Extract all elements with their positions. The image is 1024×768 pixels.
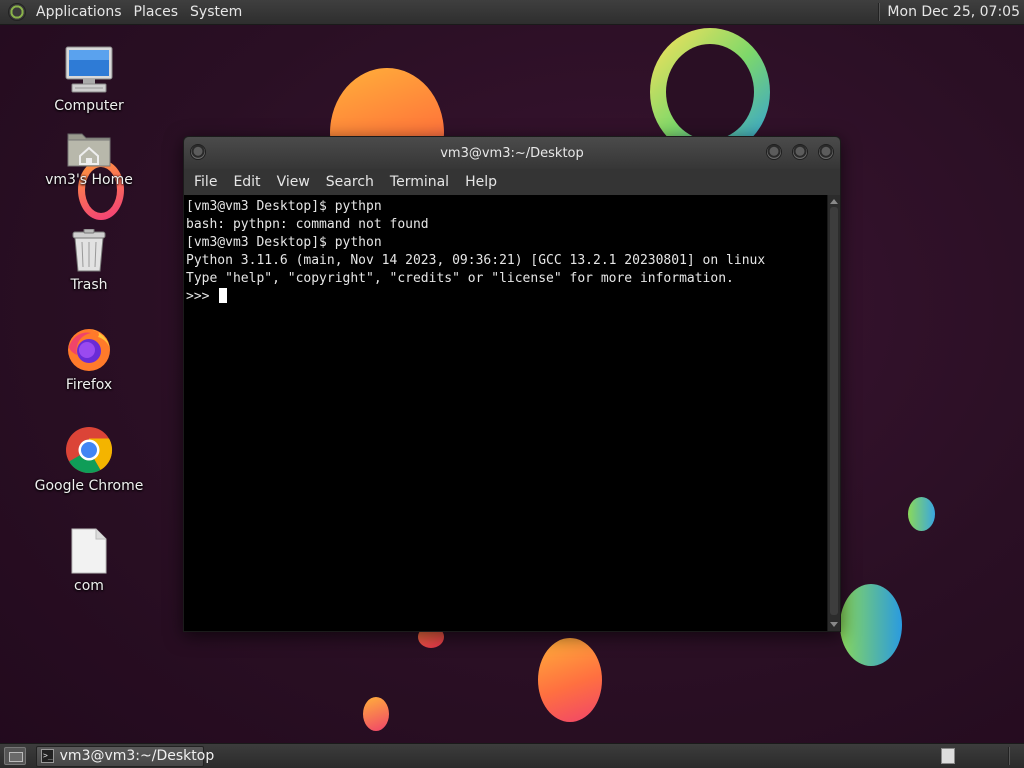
trash-icon: [72, 229, 106, 272]
maximize-icon[interactable]: [792, 144, 808, 160]
panel-handle: [1008, 747, 1010, 765]
chrome-icon: [66, 427, 113, 473]
terminal-icon: >_: [41, 749, 54, 763]
menu-file[interactable]: File: [188, 169, 223, 195]
system-menu[interactable]: System: [184, 0, 248, 24]
top-menu: Applications Places System: [30, 0, 248, 24]
terminal-menubar: File Edit View Search Terminal Help: [184, 169, 840, 195]
desktop-icon-home[interactable]: vm3's Home: [34, 128, 144, 188]
bottom-panel: >_ vm3@vm3:~/Desktop: [0, 743, 1024, 768]
top-panel: Applications Places System Mon Dec 25, 0…: [0, 0, 1024, 25]
clock[interactable]: Mon Dec 25, 07:05: [887, 4, 1020, 20]
desktop-icon-label: vm3's Home: [45, 172, 133, 188]
desktop-icon-label: Firefox: [65, 377, 113, 393]
desktop-icon-firefox[interactable]: Firefox: [34, 325, 144, 393]
workspace-switcher[interactable]: [941, 748, 955, 764]
taskbar-item-terminal[interactable]: >_ vm3@vm3:~/Desktop: [36, 745, 214, 767]
terminal-prompt-line[interactable]: >>>: [186, 288, 827, 306]
applications-menu[interactable]: Applications: [30, 0, 128, 24]
wallpaper-shape: [363, 697, 389, 731]
scroll-up-icon[interactable]: [830, 199, 838, 204]
scroll-down-icon[interactable]: [830, 622, 838, 627]
terminal-line: Type "help", "copyright", "credits" or "…: [186, 271, 734, 286]
desktop-icon-label: Trash: [70, 277, 108, 293]
clock-area: Mon Dec 25, 07:05: [878, 0, 1024, 24]
window-titlebar[interactable]: vm3@vm3:~/Desktop: [184, 137, 840, 169]
scrollbar-thumb[interactable]: [830, 207, 838, 615]
desktop-icon-label: Google Chrome: [34, 478, 144, 494]
python-prompt: >>>: [186, 289, 218, 304]
distro-logo-icon[interactable]: [8, 3, 26, 21]
menu-edit[interactable]: Edit: [227, 169, 266, 195]
desktop-icon-computer[interactable]: Computer: [34, 46, 144, 114]
terminal-output[interactable]: [vm3@vm3 Desktop]$ pythpn bash: pythpn: c…: [184, 195, 827, 631]
show-desktop-icon[interactable]: [4, 747, 26, 765]
desktop-icon-trash[interactable]: Trash: [34, 229, 144, 293]
wallpaper-shape: [538, 638, 602, 722]
terminal-scrollbar[interactable]: [827, 195, 840, 631]
menu-view[interactable]: View: [271, 169, 316, 195]
menu-terminal[interactable]: Terminal: [384, 169, 455, 195]
terminal-line: [vm3@vm3 Desktop]$ python: [186, 235, 382, 250]
desktop-icon-com[interactable]: com: [34, 528, 144, 594]
panel-separator: [878, 3, 881, 21]
menu-help[interactable]: Help: [459, 169, 503, 195]
menu-search[interactable]: Search: [320, 169, 380, 195]
text-cursor: [219, 288, 228, 303]
file-icon: [71, 528, 107, 574]
home-folder-icon: [67, 133, 111, 167]
terminal-line: bash: pythpn: command not found: [186, 217, 429, 232]
terminal-line: [vm3@vm3 Desktop]$ pythpn: [186, 199, 382, 214]
wallpaper-shape: [840, 584, 902, 666]
minimize-icon[interactable]: [766, 144, 782, 160]
taskbar-item-label: vm3@vm3:~/Desktop: [59, 748, 215, 764]
window-title: vm3@vm3:~/Desktop: [440, 145, 584, 161]
places-menu[interactable]: Places: [128, 0, 185, 24]
terminal-window[interactable]: vm3@vm3:~/Desktop File Edit View Search …: [183, 136, 841, 632]
terminal-line: Python 3.11.6 (main, Nov 14 2023, 09:36:…: [186, 253, 766, 268]
computer-icon: [65, 46, 113, 93]
desktop-icon-chrome[interactable]: Google Chrome: [34, 426, 144, 494]
desktop-icon-label: com: [74, 578, 104, 594]
desktop-icon-label: Computer: [54, 98, 124, 114]
window-menu-icon[interactable]: [190, 144, 206, 160]
close-icon[interactable]: [818, 144, 834, 160]
wallpaper-shape: [908, 497, 935, 531]
firefox-icon: [68, 329, 110, 371]
